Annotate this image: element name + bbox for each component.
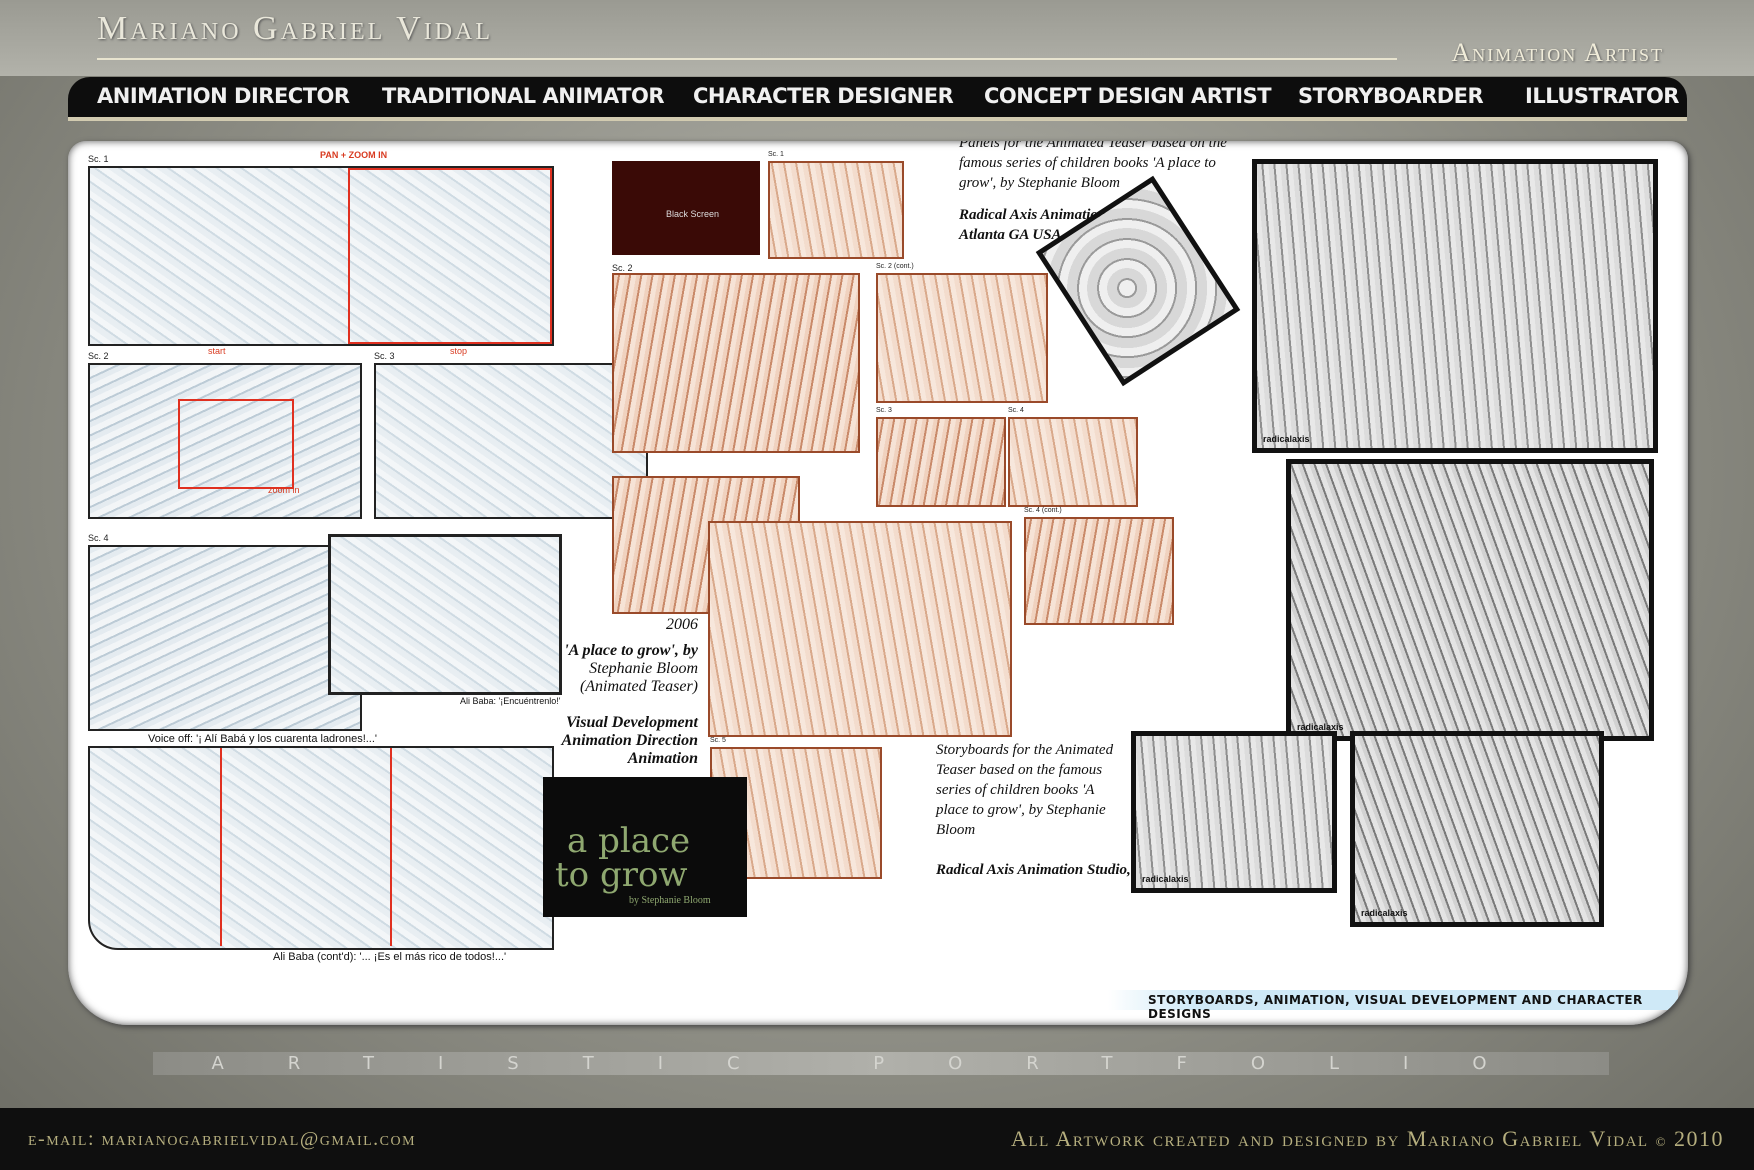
artist-role: Animation Artist: [1451, 38, 1664, 67]
logo-line2: to grow: [555, 855, 688, 895]
pan-zoom-label: PAN + ZOOM IN: [320, 150, 388, 160]
nav-storyboarder[interactable]: STORYBOARDER: [1298, 84, 1484, 108]
nav-character-designer[interactable]: CHARACTER DESIGNER: [693, 84, 954, 108]
caption-rico: Ali Baba (cont'd): '... ¡Es el más rico …: [273, 951, 507, 963]
teaser-title: 'A place to grow', by: [564, 642, 698, 659]
start-label: start: [208, 346, 226, 356]
stop-label: stop: [450, 346, 468, 356]
teaser-author: Stephanie Bloom: [589, 660, 698, 677]
alibaba-sc1-label: Sc. 1: [88, 154, 109, 164]
teaser-sc4-cont-label: Sc. 4 (cont.): [1024, 507, 1062, 514]
alibaba-sc3-panel: [374, 363, 648, 519]
camera-frame: [348, 168, 552, 344]
credit-visual-development: Visual Development: [566, 714, 698, 731]
email-link[interactable]: e-mail: marianogabrielvidal@gmail.com: [28, 1128, 416, 1151]
alibaba-sc2-label: Sc. 2: [88, 351, 109, 361]
alibaba-sc2-panel: zoom in: [88, 363, 362, 519]
alibaba-sc4-panel: [88, 545, 362, 731]
nav-traditional-animator[interactable]: TRADITIONAL ANIMATOR: [382, 84, 665, 108]
credit-animation-direction: Animation Direction: [561, 732, 698, 749]
teaser-sc1-panel: [768, 161, 904, 259]
alibaba-crowd-panel: [88, 746, 554, 950]
zoom-frame: [178, 399, 294, 489]
teaser-diagonal-pan-panel: [708, 521, 1012, 737]
pan-frame: [220, 748, 392, 946]
header: Mariano Gabriel Vidal Animation Artist: [0, 0, 1754, 76]
credit-text: All Artwork created and designed by Mari…: [1011, 1126, 1649, 1151]
teaser-sc4-panel: [1008, 417, 1138, 507]
alibaba-sc1-panel: [88, 166, 554, 346]
black-screen-label: Black Screen: [666, 209, 720, 219]
brand-tag-3: radicalaxis: [1142, 874, 1189, 884]
teaser-sc4-label: Sc. 4: [1008, 407, 1024, 414]
creature-scream-panel: radicalaxis: [1252, 159, 1658, 453]
credit-year: 2010: [1674, 1126, 1724, 1151]
strip-label: STORYBOARDS, ANIMATION, VISUAL DEVELOPME…: [1148, 993, 1643, 1021]
panels-note: Panels for the Animated Teaser based on …: [959, 141, 1227, 191]
footer: e-mail: marianogabrielvidal@gmail.com Al…: [0, 1108, 1754, 1170]
teaser-sc2-cont-label: Sc. 2 (cont.): [876, 263, 914, 270]
teaser-sc2-cont-panel: [876, 273, 1048, 403]
copyright-symbol: ©: [1655, 1134, 1667, 1149]
main-nav: ANIMATION DIRECTOR TRADITIONAL ANIMATOR …: [68, 77, 1687, 117]
teaser-sc2-panel: [612, 273, 860, 453]
header-rule: [97, 58, 1397, 60]
a-place-to-grow-logo: a place to grow by Stephanie Bloom: [543, 777, 747, 917]
alibaba-sc4-label: Sc. 4: [88, 533, 109, 543]
portfolio-panel: Sc. 1 PAN + ZOOM IN start stop Sc. 2 zoo…: [68, 141, 1688, 1025]
footer-credit: All Artwork created and designed by Mari…: [1011, 1126, 1724, 1152]
teaser-sc5-label: Sc. 5: [710, 737, 726, 744]
teaser-sc2-label: Sc. 2: [612, 263, 633, 273]
caption-encuentrenlo: Ali Baba: '¡Encuéntrenlo!': [460, 696, 561, 706]
teaser-type: (Animated Teaser): [579, 678, 698, 695]
teaser-sc3-panel: [876, 417, 1006, 507]
teaser-year: 2006: [666, 616, 698, 633]
nav-animation-director[interactable]: ANIMATION DIRECTOR: [97, 84, 350, 108]
hiding-creature-panel: radicalaxis: [1131, 731, 1337, 893]
credit-animation: Animation: [627, 750, 698, 767]
zoom-in-label: zoom in: [268, 485, 300, 495]
brand-tag-1: radicalaxis: [1263, 434, 1310, 444]
teaser-sc1-label: Sc. 1: [768, 151, 784, 158]
nav-concept-design-artist[interactable]: CONCEPT DESIGN ARTIST: [984, 84, 1272, 108]
teaser-sc3-label: Sc. 3: [876, 407, 892, 414]
frog-creature-panel: radicalaxis: [1350, 731, 1604, 927]
teaser-sc4-cont-panel: [1024, 517, 1174, 625]
storyboards-note: Storyboards for the Animated Teaser base…: [936, 742, 1114, 838]
alibaba-sc3-label: Sc. 3: [374, 351, 395, 361]
nav-illustrator[interactable]: ILLUSTRATOR: [1525, 84, 1679, 108]
black-screen-panel: Black Screen: [612, 161, 760, 255]
category-strip: STORYBOARDS, ANIMATION, VISUAL DEVELOPME…: [1108, 990, 1678, 1021]
splash-panel: radicalaxis: [1286, 459, 1654, 741]
nav-underline: [68, 117, 1687, 121]
artist-name: Mariano Gabriel Vidal: [97, 10, 494, 47]
artistic-portfolio-banner: ARTISTIC PORTFOLIO: [153, 1052, 1609, 1075]
brand-tag-4: radicalaxis: [1361, 908, 1408, 918]
caption-voice-off: Voice off: '¡ Alí Babá y los cuarenta la…: [148, 733, 378, 745]
logo-by: by Stephanie Bloom: [629, 895, 711, 906]
